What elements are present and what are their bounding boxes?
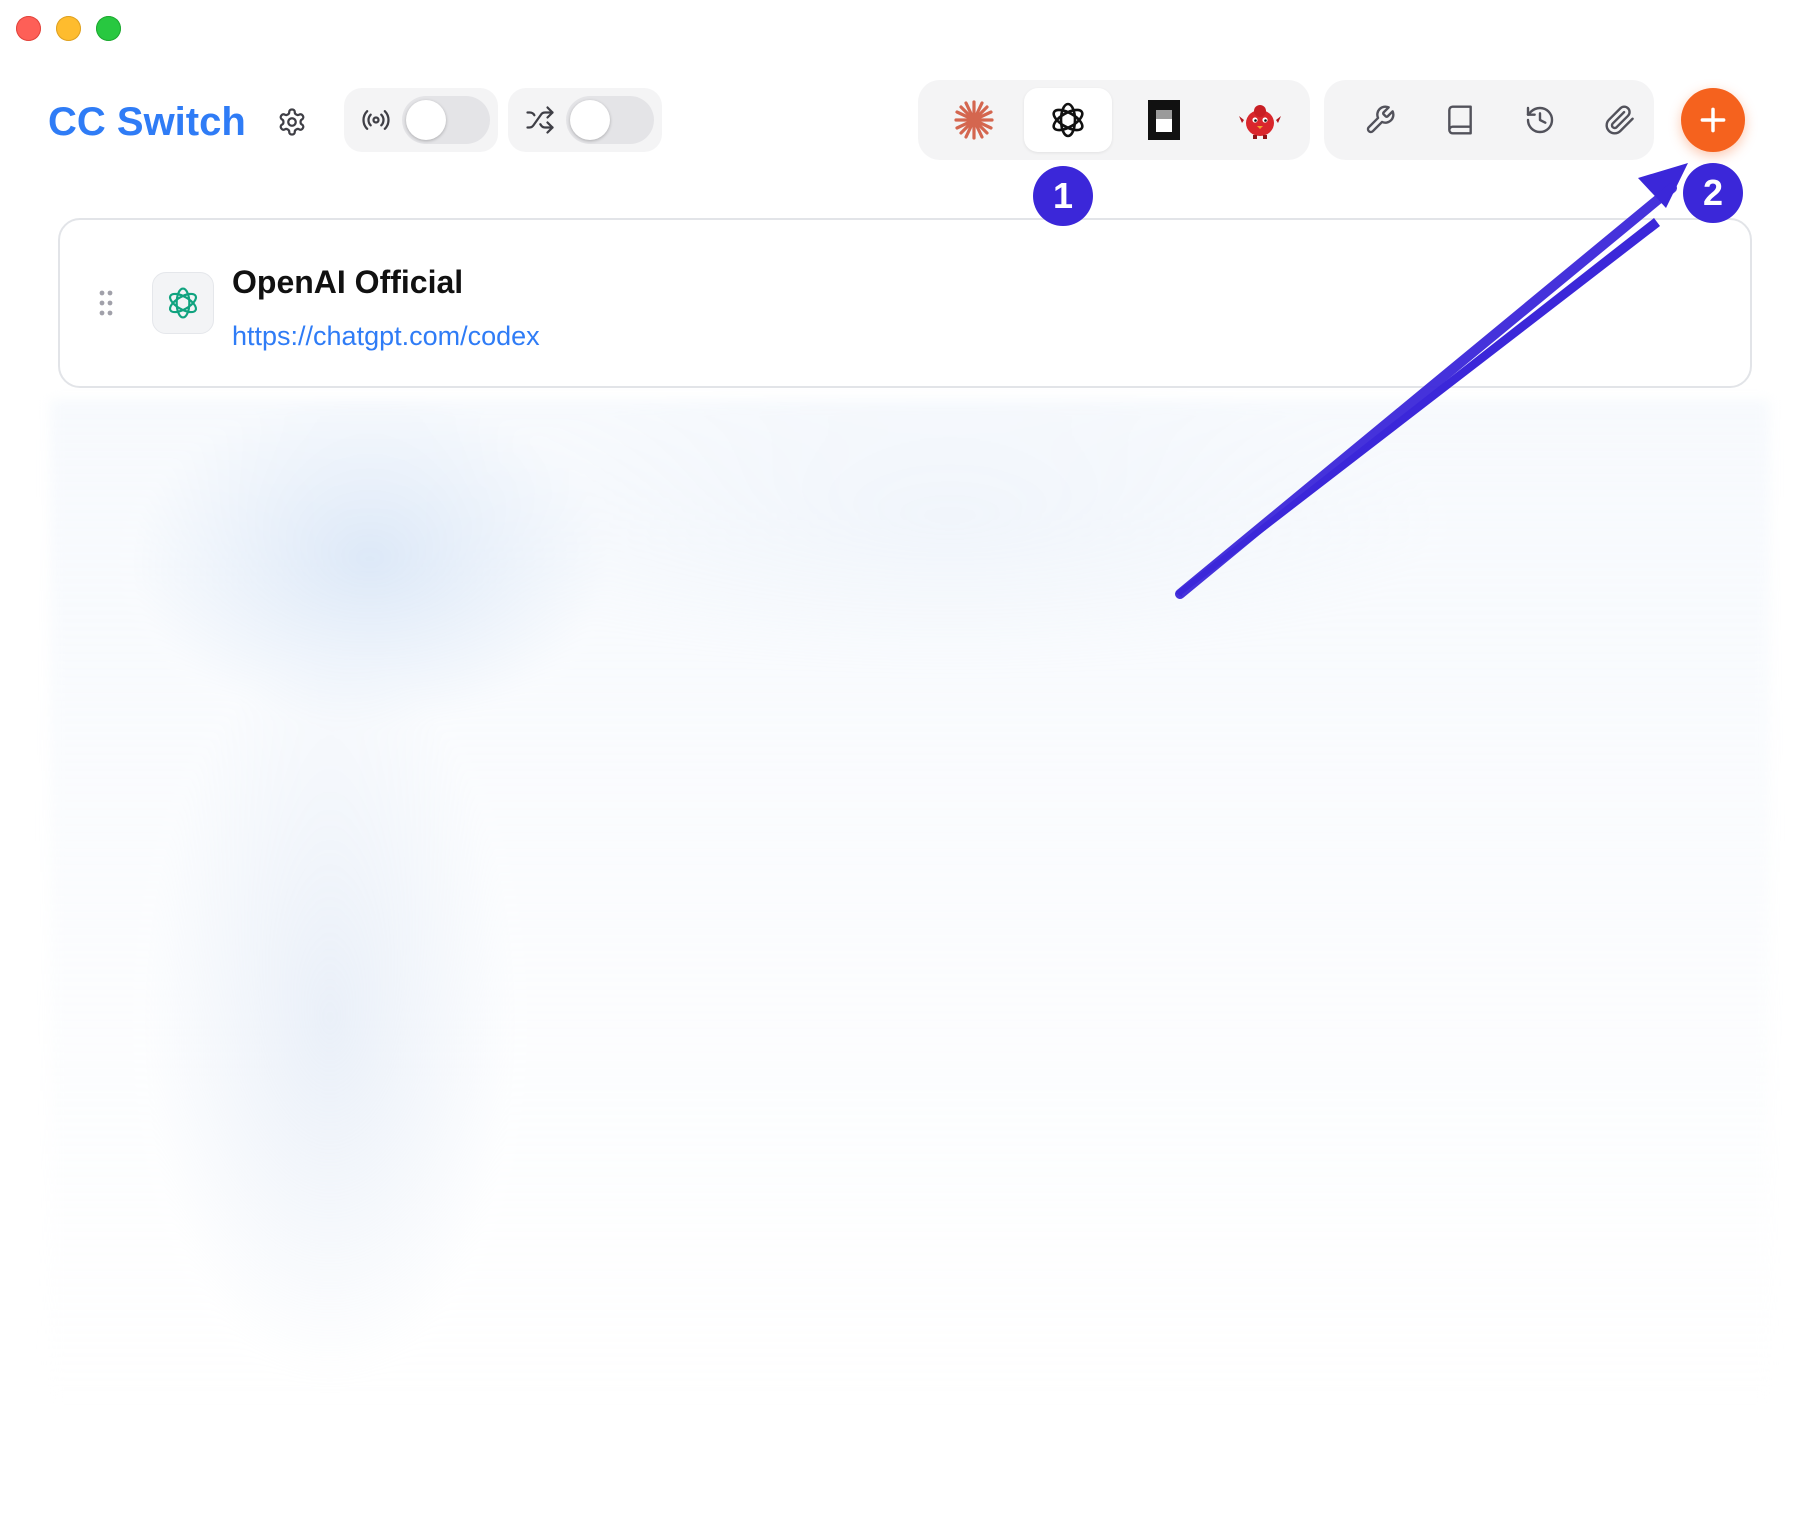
window-maximize-button[interactable] xyxy=(96,16,121,41)
book-icon xyxy=(1448,105,1472,135)
broadcast-icon xyxy=(356,100,396,140)
proxy-switch[interactable] xyxy=(402,96,490,144)
provider-url-link[interactable]: https://chatgpt.com/codex xyxy=(232,318,540,354)
black-square-icon xyxy=(1148,100,1180,140)
prompts-button[interactable] xyxy=(1440,100,1480,140)
tab-codex[interactable] xyxy=(1024,88,1112,152)
app-tab-bar xyxy=(918,80,1310,160)
provider-card[interactable]: OpenAI Official https://chatgpt.com/code… xyxy=(58,218,1752,388)
failover-toggle-group xyxy=(508,88,662,152)
tool-bar xyxy=(1324,80,1654,160)
background-blur xyxy=(50,400,1770,1400)
tab-opencode[interactable] xyxy=(1216,88,1304,152)
plus-icon xyxy=(1700,107,1726,133)
openai-icon xyxy=(168,287,198,319)
wrench-icon xyxy=(1366,105,1395,134)
tab-claude[interactable] xyxy=(930,88,1018,152)
history-button[interactable] xyxy=(1520,100,1560,140)
app-window: CC Switch OpenAI Official https://chatgp… xyxy=(0,0,1800,1532)
gear-icon xyxy=(279,108,305,136)
provider-icon xyxy=(152,272,214,334)
annotation-badge-2: 2 xyxy=(1683,163,1743,223)
add-provider-button[interactable] xyxy=(1681,88,1745,152)
window-minimize-button[interactable] xyxy=(56,16,81,41)
proxy-toggle-group xyxy=(344,88,498,152)
provider-name: OpenAI Official xyxy=(232,264,464,300)
shuffle-icon xyxy=(520,100,560,140)
history-icon xyxy=(1526,106,1554,134)
annotation-badge-1: 1 xyxy=(1033,166,1093,226)
mcp-button[interactable] xyxy=(1600,100,1640,140)
switch-knob xyxy=(406,100,446,140)
claude-starburst-icon xyxy=(954,100,994,140)
skills-button[interactable] xyxy=(1360,100,1400,140)
settings-button[interactable] xyxy=(272,102,312,142)
drag-handle-icon[interactable] xyxy=(98,290,114,316)
failover-switch[interactable] xyxy=(566,96,654,144)
switch-knob xyxy=(570,100,610,140)
red-bird-icon xyxy=(1239,105,1281,139)
app-title: CC Switch xyxy=(48,100,246,144)
window-close-button[interactable] xyxy=(16,16,41,41)
openai-icon xyxy=(1052,102,1084,138)
paperclip-icon xyxy=(1605,105,1634,135)
tab-gemini[interactable] xyxy=(1120,88,1208,152)
